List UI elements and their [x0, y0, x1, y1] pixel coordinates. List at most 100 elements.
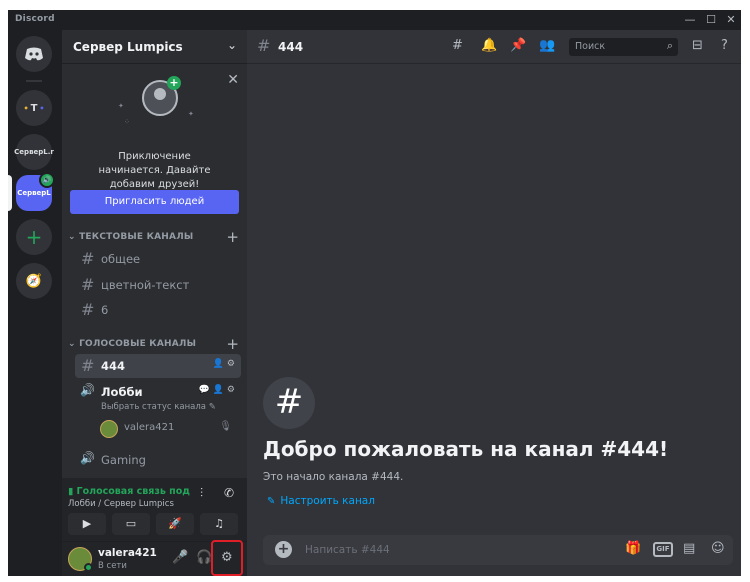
mic-muted-icon[interactable]: 🎤 — [172, 550, 188, 565]
bell-icon[interactable]: 🔔 — [481, 38, 497, 53]
screen-share-icon: ▭ — [125, 517, 137, 530]
add-server-button[interactable]: + — [16, 219, 52, 255]
compass-icon: 🧭 — [25, 273, 43, 289]
camera-button[interactable]: ▶ — [68, 513, 106, 535]
activity-button[interactable]: 🚀 — [156, 513, 194, 535]
explore-servers-button[interactable]: 🧭 — [16, 263, 52, 299]
category-title: ГОЛОСОВЫЕ КАНАЛЫ — [79, 339, 197, 349]
channel-general[interactable]: # общее — [75, 247, 241, 271]
add-channel-icon[interactable]: + — [226, 335, 239, 353]
channel-gaming[interactable]: 🔊 Gaming — [75, 448, 241, 472]
category-label: ⌄ ГОЛОСОВЫЕ КАНАЛЫ — [68, 339, 196, 349]
soundboard-icon: ♫ — [214, 517, 224, 530]
channel-name: общее — [101, 252, 141, 266]
invite-icon[interactable]: 👤 — [213, 359, 224, 369]
user-status: В сети — [98, 561, 127, 571]
search-placeholder: Поиск — [575, 41, 606, 52]
hash-icon: # — [81, 356, 95, 375]
channel-tools: 👤 ⚙ — [213, 359, 235, 369]
server-label: СерверL.r — [14, 148, 54, 156]
channel-sidebar: Сервер Lumpics ⌄ ✕ ✦ ⁘ ✦ + Приключение н… — [62, 30, 247, 576]
pin-icon[interactable]: 📌 — [510, 38, 526, 53]
headphones-icon[interactable]: 🎧 — [196, 550, 212, 565]
close-window-button[interactable]: ✕ — [722, 12, 740, 28]
gif-button[interactable]: GIF — [653, 542, 673, 557]
server-lumpics[interactable]: СерверL 🔊 — [16, 172, 55, 211]
main-chat: # 444 # 🔔 📌 👥 Поиск ⌕ ⊟ ? # Добро пожало… — [247, 30, 741, 576]
camera-icon: ▶ — [82, 517, 92, 530]
noise-suppression-icon[interactable]: ⫶ — [200, 486, 203, 501]
server-name: Сервер Lumpics — [73, 40, 183, 54]
hash-icon: # — [81, 275, 95, 294]
add-attachment-icon[interactable]: + — [275, 541, 292, 558]
active-server-indicator — [8, 175, 12, 211]
speaker-icon: 🔊 — [80, 451, 95, 465]
text-channels-category[interactable]: ⌄ ТЕКСТОВЫЕ КАНАЛЫ + — [62, 228, 247, 246]
channel-tools: 💬 👤 ⚙ — [199, 385, 235, 395]
sparkle-icon: ✦ — [118, 102, 124, 110]
threads-icon[interactable]: # — [452, 38, 463, 53]
hash-icon: # — [257, 36, 271, 55]
pencil-icon: ✎ — [267, 496, 276, 507]
gear-icon[interactable]: ⚙ — [227, 385, 235, 395]
chat-icon[interactable]: 💬 — [199, 385, 210, 395]
server-lr[interactable]: СерверL.r — [14, 134, 54, 170]
server-header[interactable]: Сервер Lumpics ⌄ — [62, 30, 247, 64]
voice-channels-category[interactable]: ⌄ ГОЛОСОВЫЕ КАНАЛЫ + — [62, 335, 247, 353]
title-bar: Discord — ☐ ✕ — [8, 10, 741, 30]
channel-name: Лобби — [101, 385, 143, 399]
voice-status[interactable]: ▮ Голосовая связь под — [68, 486, 190, 497]
channel-lobby[interactable]: 🔊 Лобби 💬 👤 ⚙ Выбрать статус канала ✎ — [75, 380, 241, 416]
channel-header: # 444 # 🔔 📌 👥 Поиск ⌕ ⊟ ? — [247, 30, 741, 64]
voice-status-text: Голосовая связь под — [76, 486, 190, 497]
add-channel-icon[interactable]: + — [226, 228, 239, 246]
discord-window: Discord — ☐ ✕ • T • СерверL.r СерверL 🔊 … — [8, 10, 741, 576]
chevron-down-icon: ⌄ — [68, 339, 80, 349]
hash-icon: # — [81, 249, 95, 268]
dot-icon: • — [23, 103, 29, 113]
close-icon[interactable]: ✕ — [227, 72, 239, 88]
screen-share-button[interactable]: ▭ — [112, 513, 150, 535]
gift-icon[interactable]: 🎁 — [625, 541, 641, 556]
speaker-icon: 🔊 — [39, 172, 55, 188]
setup-channel-link[interactable]: ✎ Настроить канал — [267, 495, 375, 507]
voice-user[interactable]: valera421 🎙 — [100, 418, 240, 440]
channel-name: цветной-текст — [101, 278, 190, 292]
gear-icon[interactable]: ⚙ — [227, 359, 235, 369]
soundboard-button[interactable]: ♫ — [200, 513, 238, 535]
invite-icon[interactable]: 👤 — [213, 385, 224, 395]
help-icon[interactable]: ? — [721, 38, 728, 53]
welcome-title: Добро пожаловать на канал #444! — [263, 437, 669, 461]
channel-name: 444 — [101, 359, 126, 373]
setup-link-text: Настроить канал — [280, 495, 375, 507]
server-t[interactable]: • T • — [16, 90, 52, 126]
inbox-icon[interactable]: ⊟ — [692, 38, 703, 53]
welcome-subtitle: Это начало канала #444. — [263, 471, 404, 483]
hash-icon: # — [81, 300, 95, 319]
invite-text: Приключение начинается. Давайте добавим … — [98, 151, 211, 190]
channel-444[interactable]: # 444 👤 ⚙ — [75, 354, 241, 378]
channel-status[interactable]: Выбрать статус канала ✎ — [101, 402, 216, 412]
voice-location[interactable]: Лобби / Сервер Lumpics — [68, 499, 174, 509]
search-icon: ⌕ — [666, 39, 673, 52]
dot-icon: • — [39, 103, 45, 113]
plus-icon: + — [25, 225, 43, 249]
disconnect-icon[interactable]: ✆ — [224, 486, 234, 500]
signal-icon: ▮ — [68, 486, 77, 497]
sticker-icon[interactable]: ▤ — [683, 541, 695, 556]
members-icon[interactable]: 👥 — [539, 38, 555, 53]
username: valera421 — [98, 547, 157, 559]
maximize-button[interactable]: ☐ — [702, 12, 720, 28]
invite-people-button[interactable]: Пригласить людей — [70, 190, 239, 214]
message-input[interactable] — [305, 541, 605, 559]
search-box[interactable]: Поиск ⌕ — [569, 38, 678, 56]
channel-name: 6 — [101, 303, 109, 317]
channel-color-text[interactable]: # цветной-текст — [75, 273, 241, 297]
message-composer: + 🎁 GIF ▤ ☺ — [263, 535, 733, 565]
minimize-button[interactable]: — — [681, 12, 699, 28]
emoji-icon[interactable]: ☺ — [711, 541, 725, 556]
gear-icon[interactable]: ⚙ — [221, 550, 233, 565]
home-button[interactable] — [16, 36, 52, 72]
channel-6[interactable]: # 6 — [75, 298, 241, 322]
speaker-icon: 🔊 — [80, 383, 95, 397]
